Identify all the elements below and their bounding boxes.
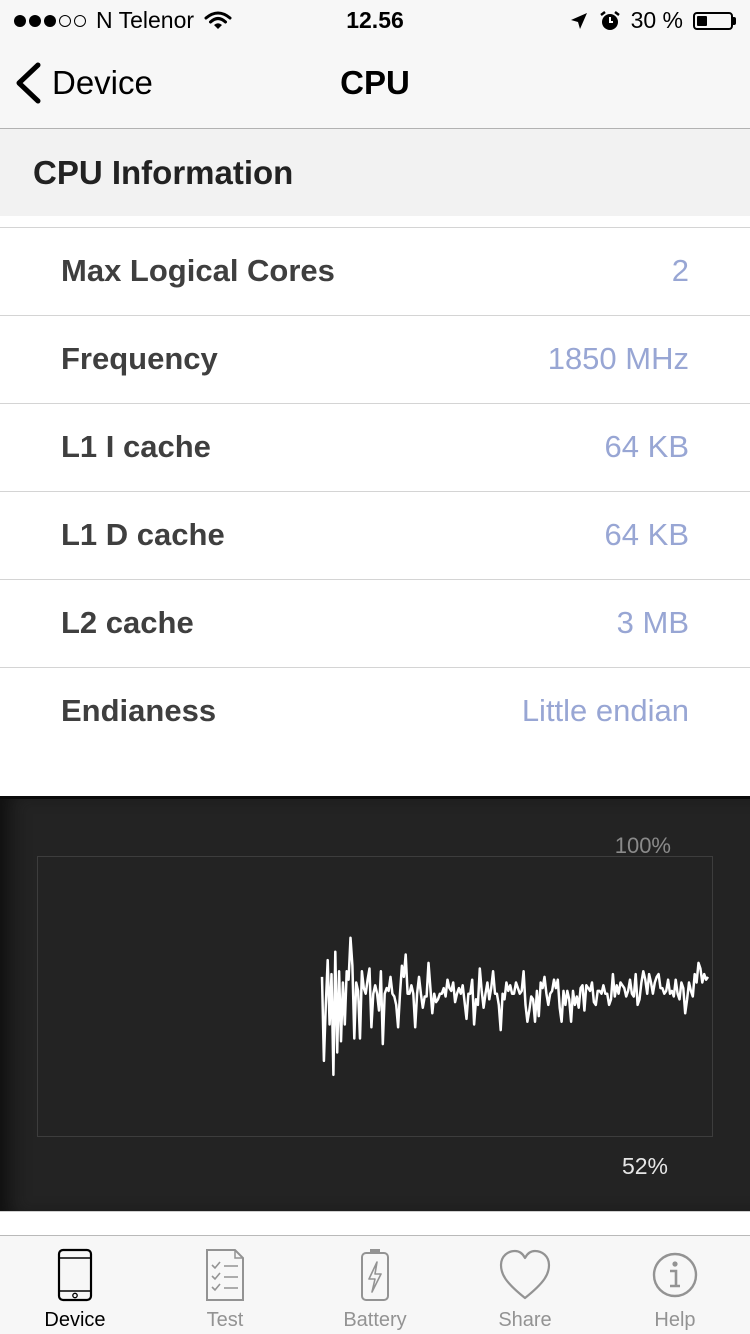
alarm-icon (599, 10, 620, 30)
tab-help[interactable]: Help (600, 1236, 750, 1334)
tab-test[interactable]: Test (150, 1236, 300, 1334)
status-bar: N Telenor 12.56 30 % (0, 0, 750, 40)
graph-current-label: 52% (621, 1153, 668, 1179)
battery-icon (361, 1249, 389, 1301)
tab-share[interactable]: Share (450, 1236, 600, 1334)
row-value: 2 (671, 253, 689, 288)
info-row-l1-d-cache: L1 D cache 64 KB (0, 492, 750, 580)
tab-bar: Device Test Battery Share Help (0, 1235, 750, 1334)
row-label: L1 D cache (61, 517, 225, 552)
row-label: Frequency (61, 341, 218, 376)
graph-max-label: 100% (614, 833, 671, 858)
page-title: CPU (340, 64, 410, 101)
tab-device[interactable]: Device (0, 1236, 150, 1334)
section-title: CPU Information (33, 154, 294, 191)
section-header: CPU Information (0, 129, 750, 216)
cpu-screen: N Telenor 12.56 30 % Device CPU CPU Info… (0, 0, 750, 1334)
tab-label: Device (44, 1309, 106, 1331)
row-label: L1 I cache (61, 429, 211, 464)
tab-label: Test (206, 1309, 244, 1331)
info-row-frequency: Frequency 1850 MHz (0, 316, 750, 404)
info-row-endianess: Endianess Little endian (0, 668, 750, 755)
row-label: Max Logical Cores (61, 253, 335, 288)
row-value: 1850 MHz (547, 341, 689, 376)
info-row-max-logical-cores: Max Logical Cores 2 (0, 228, 750, 316)
location-arrow-icon (570, 12, 587, 29)
tab-battery[interactable]: Battery (300, 1236, 450, 1334)
tab-label: Share (498, 1309, 552, 1331)
status-right: 30 % (569, 7, 736, 34)
heart-icon (499, 1249, 551, 1300)
tab-label: Battery (343, 1309, 407, 1331)
info-row-l2-cache: L2 cache 3 MB (0, 580, 750, 668)
navigation-bar: Device CPU (0, 40, 750, 129)
phone-icon (57, 1248, 93, 1302)
row-value: 64 KB (604, 429, 689, 464)
info-row-l1-i-cache: L1 I cache 64 KB (0, 404, 750, 492)
row-value: 3 MB (616, 605, 689, 640)
usage-line (320, 936, 710, 1077)
checklist-icon (206, 1249, 244, 1301)
battery-percent: 30 % (630, 7, 683, 33)
info-icon (652, 1252, 698, 1298)
row-value: 64 KB (604, 517, 689, 552)
cpu-usage-graph: 100% 52% (0, 796, 750, 1211)
row-value: Little endian (521, 693, 689, 728)
tab-label: Help (654, 1309, 696, 1331)
cpu-usage-chart (37, 856, 713, 1137)
row-label: L2 cache (61, 605, 194, 640)
cpu-info-list: Max Logical Cores 2 Frequency 1850 MHz L… (0, 227, 750, 755)
list-separator (0, 1211, 750, 1236)
battery-status-icon (693, 11, 736, 30)
row-label: Endianess (61, 693, 217, 728)
